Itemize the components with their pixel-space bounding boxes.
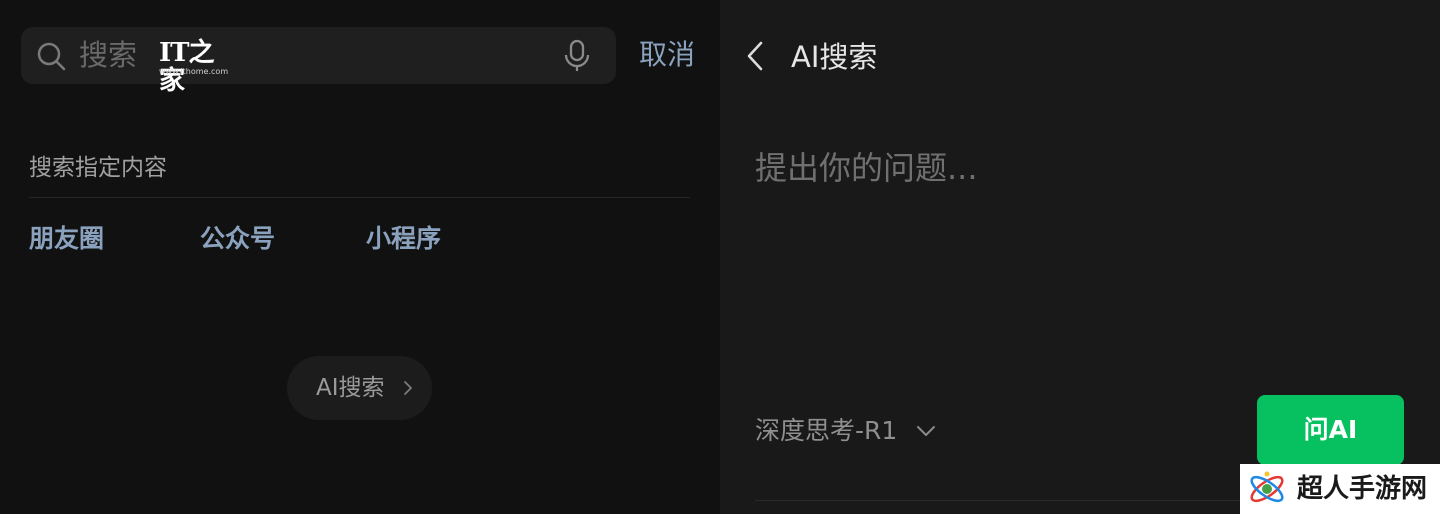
ithome-logo: IT之家 www.ithome.com bbox=[159, 39, 233, 95]
category-moments[interactable]: 朋友圈 bbox=[29, 223, 104, 255]
chevron-left-icon[interactable] bbox=[745, 40, 765, 72]
search-bar[interactable]: 搜索 IT之家 www.ithome.com bbox=[21, 27, 616, 95]
search-panel: 搜索 IT之家 www.ithome.com 取消 搜索指定内容 朋友圈 公众号… bbox=[0, 0, 720, 514]
ask-ai-button-label: 问AI bbox=[1303, 415, 1358, 444]
category-mini-programs[interactable]: 小程序 bbox=[366, 223, 441, 255]
divider bbox=[29, 197, 690, 198]
question-input[interactable] bbox=[755, 148, 1375, 188]
chevron-right-icon bbox=[404, 381, 412, 395]
search-icon bbox=[37, 42, 66, 71]
watermark-text: 超人手游网 bbox=[1297, 474, 1428, 504]
cancel-button[interactable]: 取消 bbox=[639, 38, 695, 72]
watermark: 超人手游网 bbox=[1240, 464, 1440, 514]
chevron-down-icon bbox=[917, 426, 936, 436]
model-selector[interactable]: 深度思考-R1 bbox=[755, 414, 936, 448]
search-input[interactable]: 搜索 bbox=[79, 38, 137, 72]
ai-search-button[interactable]: AI搜索 bbox=[287, 356, 432, 420]
page-title: AI搜索 bbox=[791, 40, 878, 74]
ithome-logo-url: www.ithome.com bbox=[159, 67, 229, 76]
ai-search-button-label: AI搜索 bbox=[316, 375, 385, 401]
ask-ai-button[interactable]: 问AI bbox=[1257, 395, 1404, 465]
section-title: 搜索指定内容 bbox=[29, 155, 167, 181]
mic-icon[interactable] bbox=[561, 39, 593, 73]
ai-search-panel: AI搜索 深度思考-R1 问AI bbox=[720, 0, 1440, 514]
category-official-accounts[interactable]: 公众号 bbox=[200, 223, 275, 255]
watermark-logo-icon bbox=[1250, 471, 1284, 503]
model-label: 深度思考-R1 bbox=[755, 416, 898, 445]
